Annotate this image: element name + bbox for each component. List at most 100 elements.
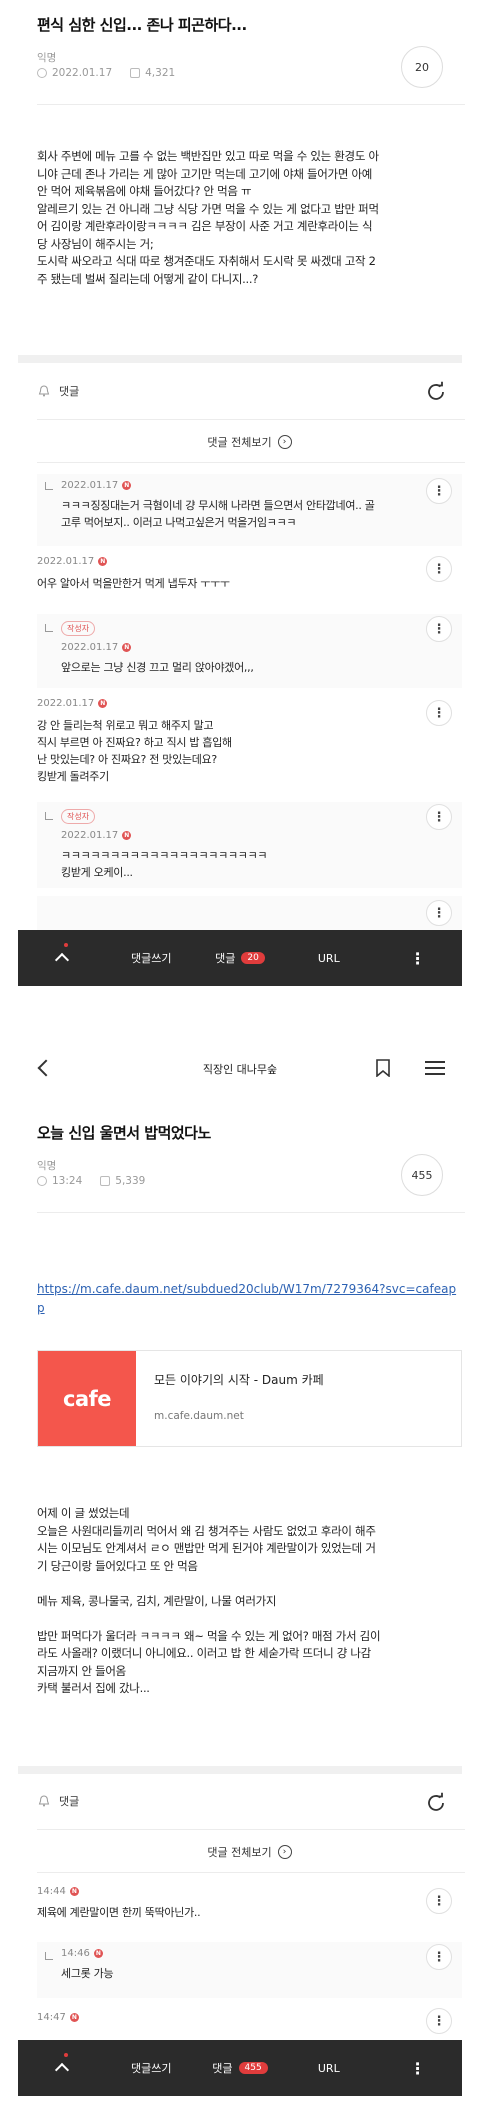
comments-button[interactable]: 댓글 455 — [196, 2060, 285, 2076]
link-domain: m.cafe.daum.net — [154, 1410, 244, 1422]
clock-icon — [37, 68, 47, 78]
post-title: 편식 심한 신입... 존나 피곤하다... — [37, 16, 247, 34]
new-badge-icon: N — [98, 557, 108, 566]
comment-text: 앞으로는 그냥 신경 끄고 멀리 앉아야겠어,,, — [61, 661, 254, 674]
new-badge-icon: N — [122, 831, 132, 840]
more-options-button[interactable]: ⋮ — [426, 1944, 452, 1970]
comments-label: 댓글 — [59, 1795, 80, 1808]
more-menu-button[interactable]: ⋮ — [373, 2059, 462, 2078]
comment-date: 2022.01.17 — [37, 698, 95, 709]
scroll-top-button[interactable] — [18, 943, 107, 968]
comment-item: 2022.01.17 N 어우 알아서 먹을만한거 먹게 냅두자 ㅜㅜㅜ — [37, 556, 462, 608]
more-options-button[interactable]: ⋮ — [426, 1888, 452, 1914]
new-badge-icon: N — [69, 2013, 79, 2022]
comment-count-badge: 455 — [238, 2062, 268, 2074]
comments-button-label: 댓글 — [215, 952, 236, 965]
more-options-button[interactable]: ⋮ — [426, 2008, 452, 2034]
reply-indicator-icon — [45, 1952, 53, 1960]
bottom-action-bar: 댓글쓰기 댓글 455 URL ⋮ — [18, 2040, 462, 2096]
post-date: 2022.01.17 — [52, 67, 113, 79]
post-author: 익명 — [37, 52, 57, 64]
divider — [37, 462, 465, 463]
post-body: 회사 주변에 메뉴 고를 수 없는 백반집만 있고 따로 먹을 수 있는 환경도… — [37, 149, 379, 286]
kebab-icon: ⋮ — [432, 809, 446, 825]
more-options-button[interactable]: ⋮ — [426, 556, 452, 582]
views-icon — [130, 68, 141, 78]
kebab-icon: ⋮ — [432, 1949, 446, 1965]
post-author: 익명 — [37, 1160, 57, 1172]
view-all-comments-button[interactable]: 댓글 전체보기 › — [37, 1835, 462, 1869]
divider — [37, 1829, 465, 1830]
comment-date: 14:44 — [37, 1886, 66, 1897]
more-options-button[interactable]: ⋮ — [426, 478, 452, 504]
post-meta: 2022.01.17 4,321 — [37, 67, 175, 79]
comment-count-badge: 20 — [241, 952, 265, 964]
comments-button[interactable]: 댓글 20 — [196, 950, 285, 966]
post-title: 오늘 신입 울면서 밥먹었다노 — [37, 1124, 211, 1142]
link-preview-card[interactable]: cafe 모든 이야기의 시작 - Daum 카페 m.cafe.daum.ne… — [37, 1350, 462, 1447]
comments-header: 댓글 — [37, 1793, 79, 1809]
new-badge-icon: N — [122, 643, 132, 652]
more-options-button[interactable]: ⋮ — [426, 700, 452, 726]
refresh-icon[interactable] — [425, 381, 447, 403]
more-options-button[interactable]: ⋮ — [426, 900, 452, 926]
bell-icon — [38, 385, 50, 397]
divider — [37, 1872, 465, 1873]
cafe-logo: cafe — [63, 1386, 112, 1411]
section-divider — [18, 355, 462, 363]
comment-date: 2022.01.17 — [61, 830, 119, 841]
scroll-top-button[interactable] — [18, 2053, 107, 2078]
write-comment-button[interactable]: 댓글쓰기 — [107, 2060, 196, 2076]
menu-icon[interactable] — [425, 1061, 445, 1075]
comment-item: 14:46 N 세그롯 가능 — [37, 1942, 462, 1998]
chevron-up-icon — [55, 2062, 70, 2078]
comment-item-partial — [37, 896, 462, 930]
chevron-up-icon — [55, 952, 70, 968]
cafe-name: 직장인 대나무숲 — [202, 1063, 278, 1076]
comment-item: 작성자 2022.01.17 N 앞으로는 그냥 신경 끄고 멀리 앉아야겠어,… — [37, 614, 462, 688]
write-comment-button[interactable]: 댓글쓰기 — [107, 950, 196, 966]
comment-item: 작성자 2022.01.17 N ㅋㅋㅋㅋㅋㅋㅋㅋㅋㅋㅋㅋㅋㅋㅋㅋㅋㅋㅋㅋㅋ 킹… — [37, 802, 462, 888]
comments-label: 댓글 — [59, 385, 80, 398]
comment-text: 제육에 계란말이면 한끼 뚝딱아닌가.. — [37, 1906, 201, 1919]
more-menu-button[interactable]: ⋮ — [373, 949, 462, 968]
kebab-icon: ⋮ — [432, 621, 446, 637]
comments-button-label: 댓글 — [212, 2062, 233, 2075]
post-link[interactable]: https://m.cafe.daum.net/subdued20club/W1… — [37, 1280, 462, 1318]
url-button[interactable]: URL — [284, 952, 373, 965]
notification-dot — [64, 2053, 69, 2057]
bottom-action-bar: 댓글쓰기 댓글 20 URL ⋮ — [18, 930, 462, 986]
kebab-icon: ⋮ — [409, 2058, 426, 2078]
kebab-icon: ⋮ — [432, 705, 446, 721]
section-divider — [18, 1766, 462, 1774]
url-label: URL — [317, 951, 340, 965]
comment-item: 2022.01.17 N ㅋㅋㅋ징징대는거 극혐이네 걍 무시해 나라면 들으면… — [37, 474, 462, 546]
comment-text: 세그롯 가능 — [61, 1967, 114, 1980]
writer-tag: 작성자 — [61, 809, 96, 824]
kebab-icon: ⋮ — [432, 483, 446, 499]
view-all-comments-button[interactable]: 댓글 전체보기 › — [37, 425, 462, 459]
divider — [37, 104, 465, 105]
bookmark-icon[interactable] — [376, 1059, 390, 1077]
refresh-icon[interactable] — [425, 1792, 447, 1814]
divider — [37, 1212, 465, 1213]
comment-text: 어우 알아서 먹을만한거 먹게 냅두자 ㅜㅜㅜ — [37, 577, 230, 590]
comment-item: 14:44 N 제육에 계란말이면 한끼 뚝딱아닌가.. — [37, 1886, 462, 1936]
chevron-right-icon: › — [277, 435, 292, 449]
comment-count-circle[interactable]: 455 — [401, 1154, 443, 1196]
write-comment-label: 댓글쓰기 — [130, 952, 172, 965]
divider — [37, 419, 465, 420]
kebab-icon: ⋮ — [409, 948, 426, 968]
kebab-icon: ⋮ — [432, 561, 446, 577]
more-options-button[interactable]: ⋮ — [426, 616, 452, 642]
comment-count-circle[interactable]: 20 — [401, 46, 443, 88]
view-all-label: 댓글 전체보기 — [207, 1846, 272, 1859]
url-button[interactable]: URL — [284, 2062, 373, 2075]
comment-date: 2022.01.17 — [37, 556, 95, 567]
more-options-button[interactable]: ⋮ — [426, 804, 452, 830]
comment-date: 14:47 — [37, 2012, 66, 2023]
comment-date: 2022.01.17 — [61, 642, 119, 653]
view-all-label: 댓글 전체보기 — [207, 436, 272, 449]
reply-indicator-icon — [45, 482, 53, 490]
cafe-thumbnail: cafe — [38, 1351, 136, 1446]
